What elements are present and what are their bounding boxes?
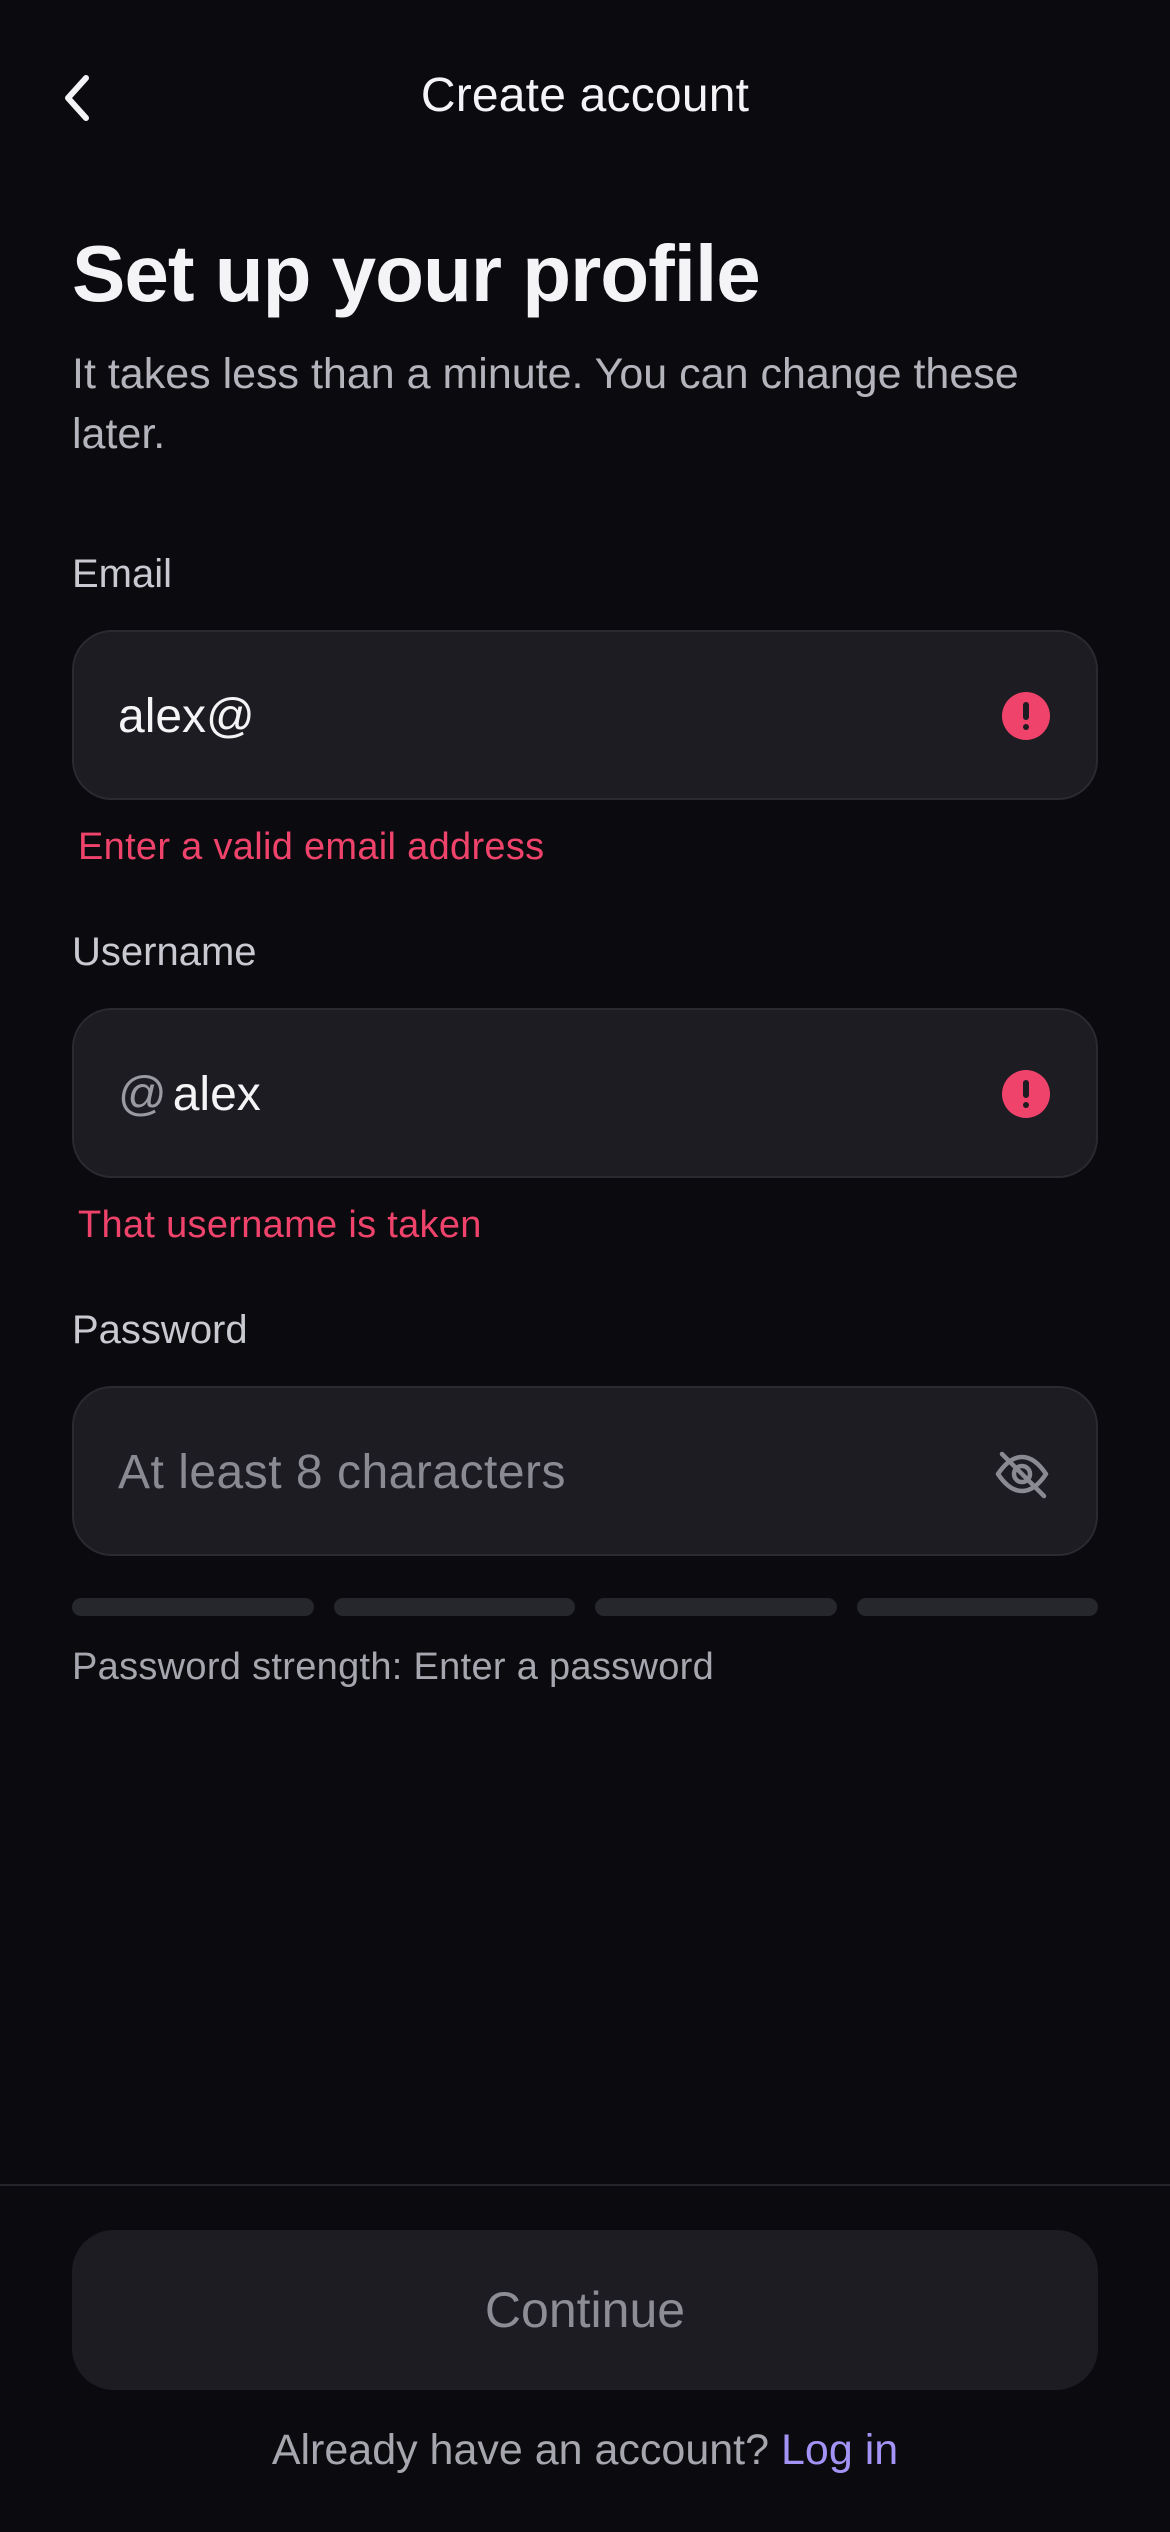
page-title: Set up your profile	[72, 229, 761, 318]
email-value: alex@	[118, 690, 255, 743]
create-account-screen: Create account Set up your profile It ta…	[0, 0, 1170, 2532]
username-field[interactable]: @ alex	[72, 1008, 1098, 1178]
password-visibility-toggle[interactable]	[992, 1444, 1052, 1504]
password-strength-meter	[72, 1598, 1098, 1616]
footer-divider	[0, 2184, 1170, 2186]
strength-segment	[72, 1598, 314, 1616]
password-strength-text: Password strength: Enter a password	[72, 1646, 715, 1688]
login-prompt-line: Already have an account? Log in	[0, 2426, 1170, 2475]
continue-button[interactable]: Continue	[72, 2230, 1098, 2390]
eye-off-icon	[995, 1451, 1049, 1499]
password-field[interactable]: At least 8 characters	[72, 1386, 1098, 1556]
login-link[interactable]: Log in	[781, 2426, 898, 2474]
strength-segment	[595, 1598, 837, 1616]
header: Create account	[0, 40, 1170, 152]
error-icon	[1002, 1070, 1050, 1118]
username-value: alex	[172, 1068, 261, 1121]
username-prefix: @	[118, 1068, 167, 1121]
username-value-wrap: @ alex	[118, 1066, 261, 1124]
email-label: Email	[72, 552, 173, 596]
email-field[interactable]: alex@	[72, 630, 1098, 800]
strength-segment	[333, 1598, 575, 1616]
username-label: Username	[72, 930, 257, 974]
page-subtitle: It takes less than a minute. You can cha…	[72, 350, 1019, 458]
username-error-message: That username is taken	[78, 1204, 482, 1246]
password-label: Password	[72, 1308, 248, 1352]
login-prompt: Already have an account?	[271, 2426, 770, 2474]
email-error-message: Enter a valid email address	[78, 826, 545, 868]
error-icon	[1002, 692, 1050, 740]
password-placeholder: At least 8 characters	[118, 1446, 567, 1499]
header-title: Create account	[420, 69, 750, 122]
strength-segment	[856, 1598, 1098, 1616]
